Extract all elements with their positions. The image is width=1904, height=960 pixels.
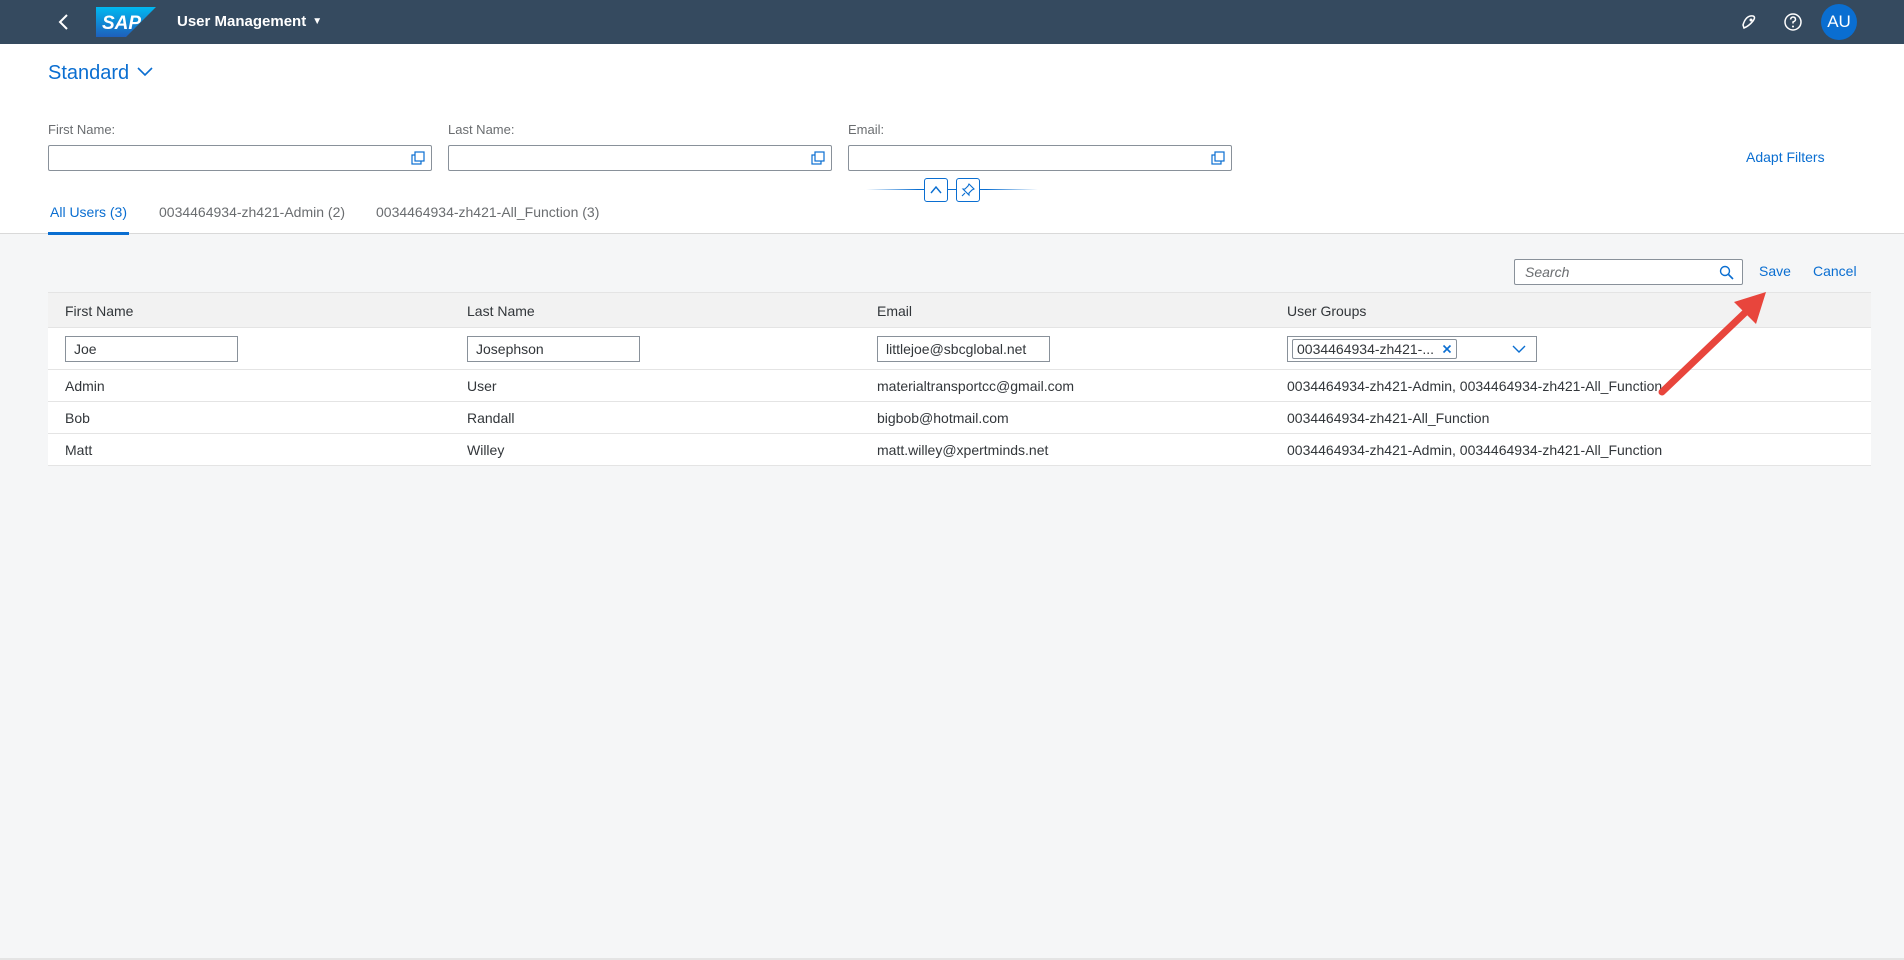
caret-down-icon: ▼: [312, 16, 323, 27]
column-header-first-name[interactable]: First Name: [65, 303, 133, 319]
value-help-icon[interactable]: [1211, 151, 1225, 165]
app-title-menu[interactable]: User Management ▼: [177, 13, 322, 30]
filter-header: Standard First Name: Last Name: Email: A…: [0, 44, 1904, 235]
header-divider: [866, 189, 1038, 190]
chevron-up-icon: [930, 185, 942, 194]
value-help-icon[interactable]: [411, 151, 425, 165]
user-groups-multicombo[interactable]: 0034464934-zh421-...: [1287, 336, 1537, 362]
column-header-last-name[interactable]: Last Name: [467, 303, 535, 319]
search-input[interactable]: [1515, 260, 1705, 284]
close-icon[interactable]: [1442, 344, 1452, 354]
user-groups-cell: 0034464934-zh421-Admin, 0034464934-zh421…: [1287, 378, 1663, 394]
table-row[interactable]: Matt Willey matt.willey@xpertminds.net 0…: [48, 434, 1871, 466]
last-name-filter-label: Last Name:: [448, 122, 515, 137]
token-label: 0034464934-zh421-...: [1297, 341, 1434, 357]
users-table: First Name Last Name Email User Groups J…: [48, 292, 1871, 466]
email-filter-label: Email:: [848, 122, 885, 137]
first-name-cell: Bob: [65, 410, 90, 426]
collapse-header-button[interactable]: [924, 178, 948, 202]
first-name-filter-input[interactable]: [48, 145, 432, 171]
variant-selector[interactable]: Standard: [48, 62, 153, 85]
back-button[interactable]: [52, 10, 76, 34]
variant-label: Standard: [48, 62, 130, 84]
app-title: User Management: [177, 13, 307, 30]
table-row[interactable]: Bob Randall bigbob@hotmail.com 003446493…: [48, 402, 1871, 434]
first-name-filter-label: First Name:: [48, 122, 116, 137]
shell-bar: SAP User Management ▼ AU: [0, 0, 1904, 44]
last-name-edit-input[interactable]: Josephson: [467, 336, 640, 362]
table-row-editing: Joe Josephson littlejoe@sbcglobal.net 00…: [48, 328, 1871, 370]
last-name-filter-input[interactable]: [448, 145, 832, 171]
joule-icon[interactable]: [1738, 11, 1760, 33]
email-edit-input[interactable]: littlejoe@sbcglobal.net: [877, 336, 1050, 362]
sap-logo: SAP: [96, 7, 156, 37]
last-name-cell: Randall: [467, 410, 515, 426]
tab-all-function[interactable]: 0034464934-zh421-All_Function (3): [376, 204, 599, 232]
chevron-down-icon[interactable]: [1512, 344, 1526, 354]
last-name-cell: User: [467, 378, 497, 394]
tab-admin[interactable]: 0034464934-zh421-Admin (2): [159, 204, 345, 232]
user-group-token[interactable]: 0034464934-zh421-...: [1292, 339, 1457, 359]
adapt-filters-button[interactable]: Adapt Filters: [1746, 149, 1825, 165]
column-header-email[interactable]: Email: [877, 303, 912, 319]
email-cell: bigbob@hotmail.com: [877, 410, 1009, 426]
tab-all-users[interactable]: All Users (3): [48, 204, 130, 235]
email-cell: materialtransportcc@gmail.com: [877, 378, 1075, 394]
first-name-cell: Matt: [65, 442, 93, 458]
cancel-button[interactable]: Cancel: [1813, 263, 1857, 279]
chevron-left-icon: [58, 14, 68, 30]
search-icon[interactable]: [1719, 265, 1734, 280]
last-name-cell: Willey: [467, 442, 505, 458]
column-header-user-groups[interactable]: User Groups: [1287, 303, 1366, 319]
email-filter-input[interactable]: [848, 145, 1232, 171]
search-field[interactable]: [1514, 259, 1743, 285]
user-groups-cell: 0034464934-zh421-All_Function: [1287, 410, 1490, 426]
value-help-icon[interactable]: [811, 151, 825, 165]
help-icon[interactable]: [1782, 11, 1804, 33]
svg-text:SAP: SAP: [102, 13, 141, 34]
first-name-cell: Admin: [65, 378, 105, 394]
table-header: First Name Last Name Email User Groups: [48, 292, 1871, 328]
chevron-down-icon: [137, 67, 153, 77]
pin-header-button[interactable]: [956, 178, 980, 202]
first-name-edit-input[interactable]: Joe: [65, 336, 238, 362]
user-groups-cell: 0034464934-zh421-Admin, 0034464934-zh421…: [1287, 442, 1663, 458]
pin-icon: [961, 183, 975, 197]
avatar[interactable]: AU: [1821, 4, 1857, 40]
email-cell: matt.willey@xpertminds.net: [877, 442, 1049, 458]
table-row[interactable]: Admin User materialtransportcc@gmail.com…: [48, 370, 1871, 402]
save-button[interactable]: Save: [1759, 263, 1791, 279]
